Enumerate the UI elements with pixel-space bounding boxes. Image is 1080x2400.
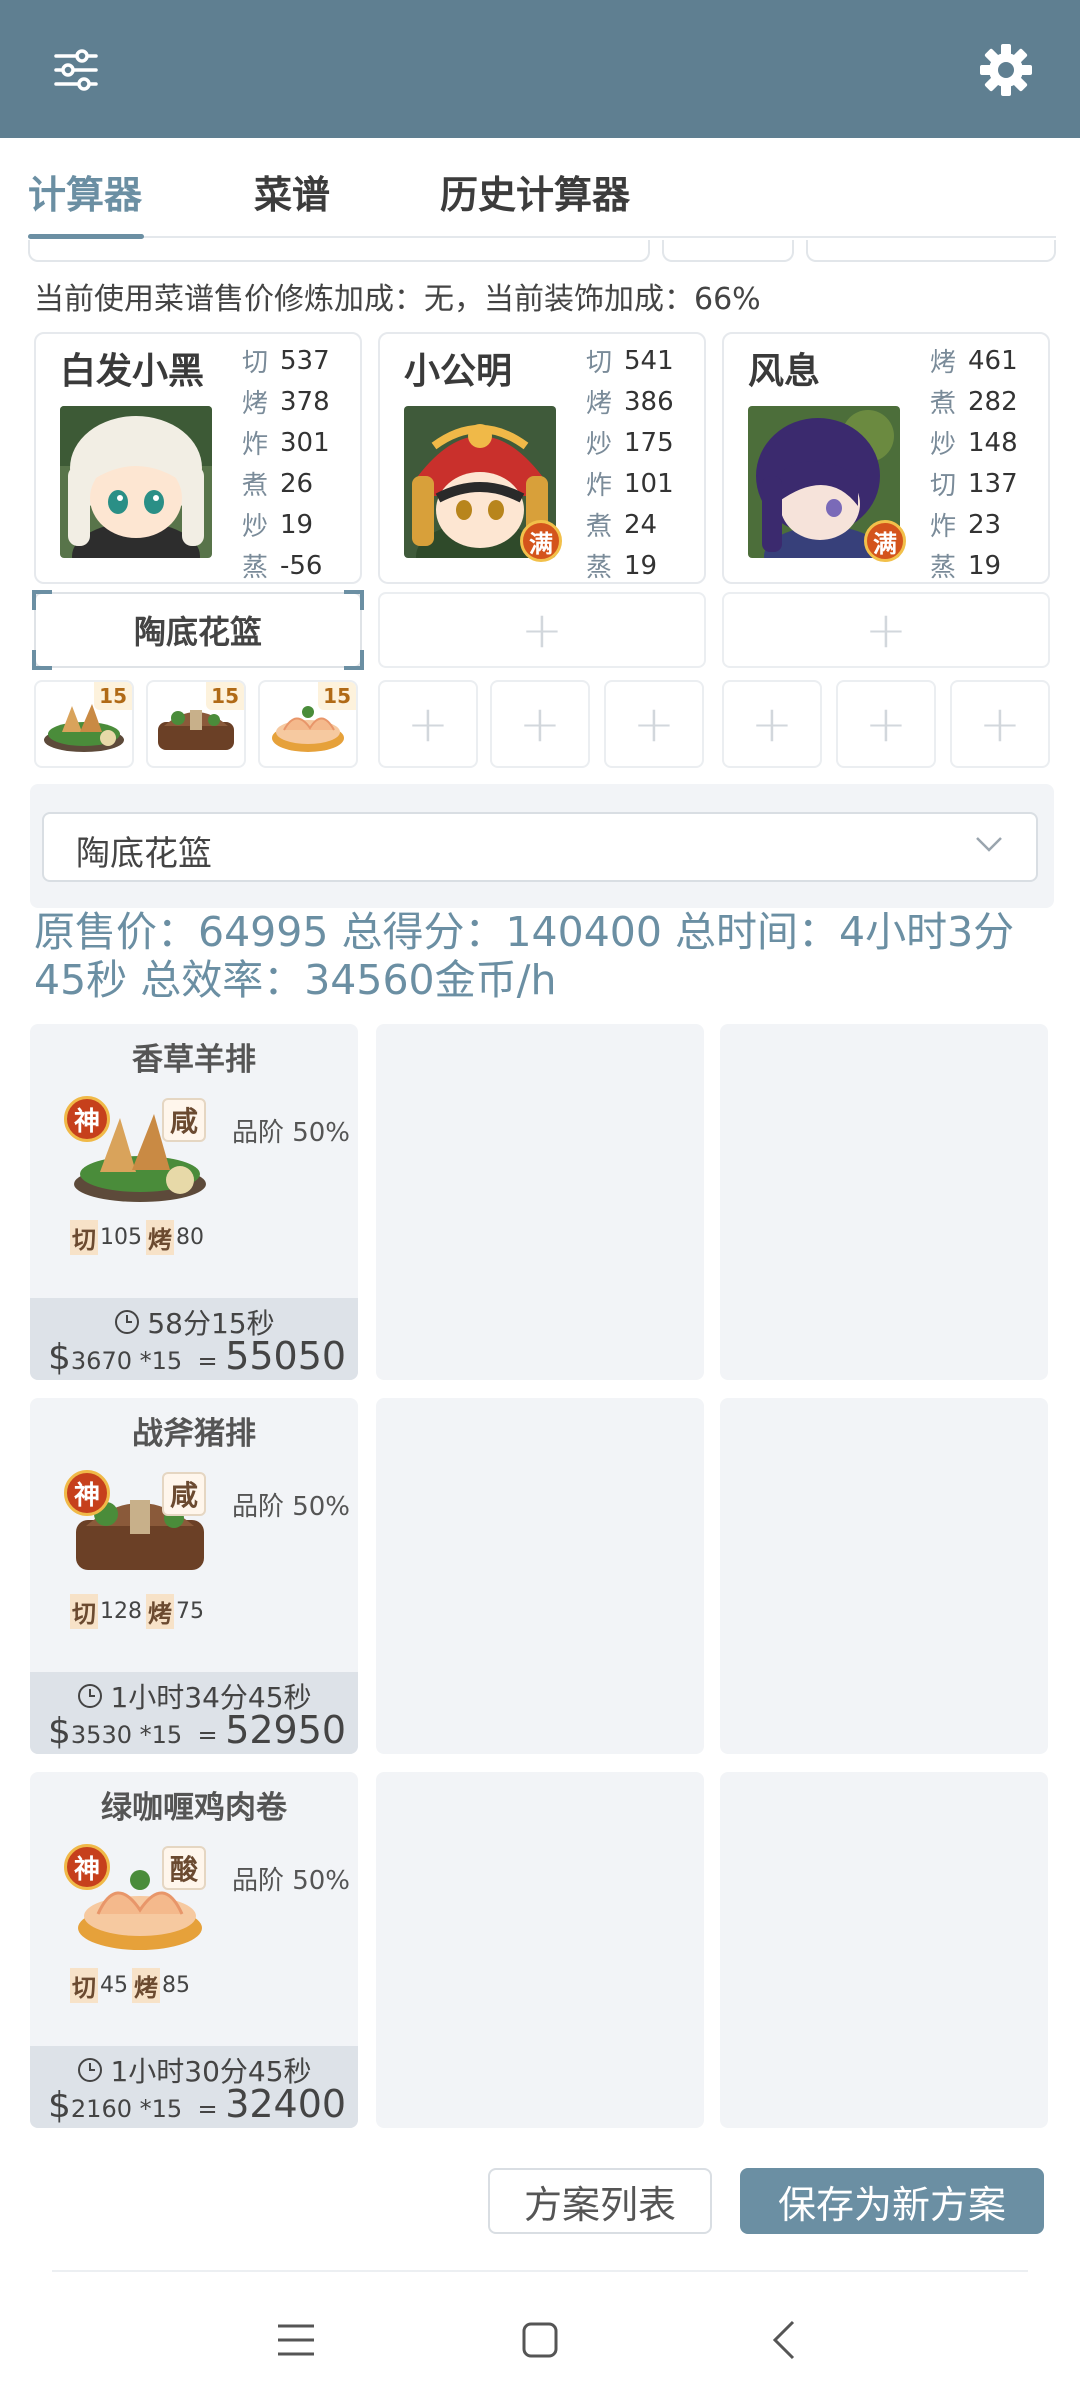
chef-avatar <box>60 406 212 558</box>
scrolled-element <box>662 240 794 262</box>
recipe-count: 15 <box>94 682 132 710</box>
equipment-dropdown[interactable]: 陶底花篮 <box>42 812 1038 882</box>
plus-icon: + <box>865 601 907 659</box>
max-level-badge: 满 <box>520 520 562 562</box>
add-recipe-button[interactable]: + <box>378 680 478 768</box>
chef-name: 风息 <box>748 351 821 392</box>
bonus-info: 当前使用菜谱售价修炼加成：无，当前装饰加成：66% <box>34 282 761 317</box>
dropdown-value: 陶底花篮 <box>76 834 212 874</box>
clock-icon <box>78 2058 103 2082</box>
add-recipe-button[interactable]: + <box>836 680 936 768</box>
tab-calculator[interactable]: 计算器 <box>28 164 142 219</box>
gear-icon[interactable] <box>966 30 1046 110</box>
empty-recipe-card <box>376 1772 704 2128</box>
recipe-name: 绿咖喱鸡肉卷 <box>101 1790 287 1826</box>
selection-corner <box>32 650 52 670</box>
add-equipment-button[interactable]: + <box>722 592 1050 668</box>
save-new-plan-button[interactable]: 保存为新方案 <box>740 2168 1044 2234</box>
recipe-name: 战斧猪排 <box>132 1416 256 1452</box>
selection-corner <box>344 590 364 610</box>
recipe-slot[interactable]: 15 <box>34 680 134 768</box>
plus-icon: + <box>407 695 449 753</box>
recipe-slot[interactable]: 15 <box>146 680 246 768</box>
chevron-down-icon <box>974 834 1004 858</box>
tab-divider <box>28 236 1056 238</box>
max-level-badge: 满 <box>864 520 906 562</box>
selection-corner <box>344 650 364 670</box>
chef-stats: 切 541 烤 386 炒 175 炸 101 煮 24 蒸 19 <box>586 345 674 584</box>
grade-label: 品阶 50% <box>231 1492 350 1522</box>
tab-indicator <box>28 234 144 239</box>
chef-card[interactable]: 风息 满 烤 461 煮 282 炒 148 切 137 炸 23 蒸 19 <box>722 332 1050 584</box>
taste-badge: 咸 <box>162 1472 206 1516</box>
tab-history-calculator[interactable]: 历史计算器 <box>440 164 630 219</box>
recipe-count: 15 <box>206 682 244 710</box>
selection-corner <box>32 590 52 610</box>
tab-recipes[interactable]: 菜谱 <box>254 164 330 219</box>
plus-icon: + <box>633 695 675 753</box>
equipment-select-panel: 陶底花篮 <box>30 784 1054 908</box>
empty-recipe-card <box>720 1772 1048 2128</box>
recipe-footer: 58分15秒 $3670 *15 = 55050 <box>30 1298 358 1380</box>
price-calculation: $2160 *15 = 32400 <box>48 2082 347 2126</box>
app-bar <box>0 0 1080 138</box>
chef-name: 白发小黑 <box>60 351 205 392</box>
grade-label: 品阶 50% <box>231 1118 350 1148</box>
equipment-label: 陶底花篮 <box>133 613 262 651</box>
chef-card[interactable]: 小公明 满 切 541 烤 386 炒 175 炸 101 煮 24 蒸 19 <box>378 332 706 584</box>
price-calculation: $3530 *15 = 52950 <box>48 1708 347 1752</box>
taste-badge: 咸 <box>162 1098 206 1142</box>
recipe-count: 15 <box>318 682 356 710</box>
skill-requirements: 切 45 烤 85 <box>70 1968 194 2003</box>
chef-card[interactable]: 白发小黑 切 537 烤 378 炸 301 煮 26 炒 19 蒸 -56 <box>34 332 362 584</box>
plus-icon: + <box>979 695 1021 753</box>
scrolled-element <box>28 240 650 262</box>
tab-bar: 计算器 菜谱 历史计算器 <box>0 138 1080 239</box>
god-rank-badge: 神 <box>64 1470 110 1516</box>
recipe-footer: 1小时34分45秒 $3530 *15 = 52950 <box>30 1672 358 1754</box>
calculation-summary: 原售价：64995 总得分：140400 总时间：4小时3分45秒 总效率：34… <box>34 908 1015 1004</box>
add-recipe-button[interactable]: + <box>950 680 1050 768</box>
god-rank-badge: 神 <box>64 1844 110 1890</box>
recipe-footer: 1小时30分45秒 $2160 *15 = 32400 <box>30 2046 358 2128</box>
chef-name: 小公明 <box>404 351 513 392</box>
clock-icon <box>78 1684 103 1708</box>
price-calculation: $3670 *15 = 55050 <box>48 1334 347 1378</box>
empty-recipe-card <box>720 1398 1048 1754</box>
taste-badge: 酸 <box>162 1846 206 1890</box>
empty-recipe-card <box>376 1398 704 1754</box>
nav-divider <box>52 2270 1028 2272</box>
god-rank-badge: 神 <box>64 1096 110 1142</box>
back-icon[interactable] <box>744 2300 824 2380</box>
equipment-slot-selected[interactable]: 陶底花篮 <box>32 590 364 670</box>
empty-recipe-card <box>720 1024 1048 1380</box>
plus-icon: + <box>519 695 561 753</box>
chef-stats: 切 537 烤 378 炸 301 煮 26 炒 19 蒸 -56 <box>242 345 330 584</box>
sliders-icon[interactable] <box>36 30 116 110</box>
recipe-name: 香草羊排 <box>132 1042 256 1078</box>
plus-icon: + <box>751 695 793 753</box>
clock-icon <box>115 1310 140 1334</box>
add-recipe-button[interactable]: + <box>490 680 590 768</box>
skill-requirements: 切 128 烤 75 <box>70 1594 208 1629</box>
skill-requirements: 切 105 烤 80 <box>70 1220 208 1255</box>
plus-icon: + <box>865 695 907 753</box>
add-equipment-button[interactable]: + <box>378 592 706 668</box>
menu-icon[interactable] <box>256 2300 336 2380</box>
plan-list-button[interactable]: 方案列表 <box>488 2168 712 2234</box>
add-recipe-button[interactable]: + <box>722 680 822 768</box>
recipe-result-card[interactable]: 战斧猪排 神 咸 品阶 50% 切 128 烤 75 1小时34分45秒 $3530… <box>30 1398 358 1754</box>
add-recipe-button[interactable]: + <box>604 680 704 768</box>
home-icon[interactable] <box>500 2300 580 2380</box>
recipe-slot[interactable]: 15 <box>258 680 358 768</box>
plus-icon: + <box>521 601 563 659</box>
grade-label: 品阶 50% <box>231 1866 350 1896</box>
scrolled-element <box>806 240 1056 262</box>
recipe-result-card[interactable]: 香草羊排 神 咸 品阶 50% 切 105 烤 80 58分15秒 $3670 *1… <box>30 1024 358 1380</box>
recipe-result-card[interactable]: 绿咖喱鸡肉卷 神 酸 品阶 50% 切 45 烤 85 1小时30分45秒 $216… <box>30 1772 358 2128</box>
empty-recipe-card <box>376 1024 704 1380</box>
chef-stats: 烤 461 煮 282 炒 148 切 137 炸 23 蒸 19 <box>930 345 1018 584</box>
